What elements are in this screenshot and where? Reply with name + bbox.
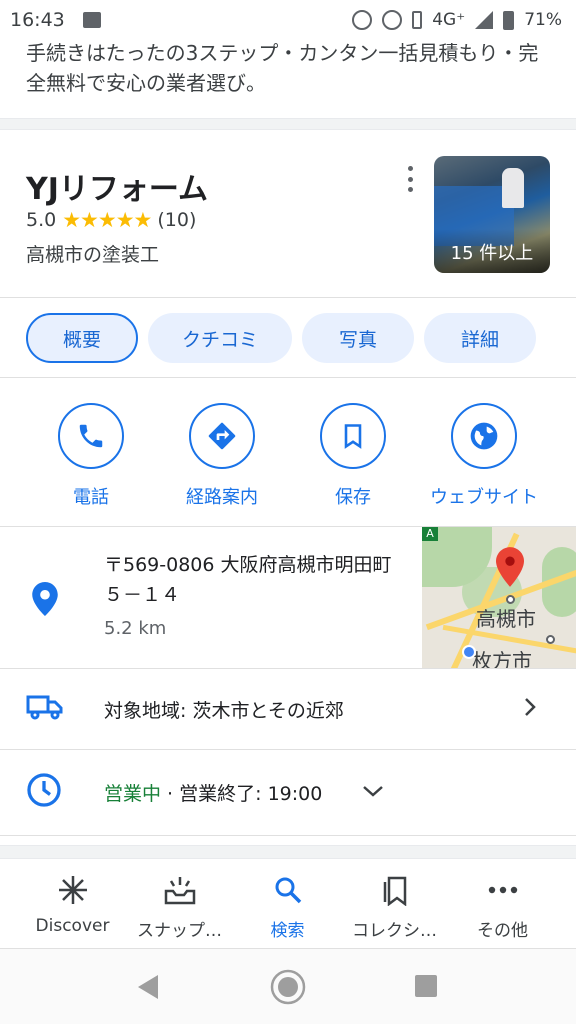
business-photo[interactable]: 15 件以上 <box>434 156 550 273</box>
globe-icon <box>451 403 517 469</box>
map-city-label: 高槻市 <box>476 607 536 631</box>
map-pin-icon <box>496 547 524 591</box>
rating-row[interactable]: 5.0 ★★★★★ (10) <box>26 208 196 232</box>
service-area-row[interactable]: 対象地域: 茨木市とその近郊 <box>0 669 576 749</box>
more-icon <box>488 872 518 908</box>
distance-text: 5.2 km <box>104 618 167 639</box>
data-saver-icon <box>382 10 403 30</box>
divider <box>0 835 576 836</box>
nav-discover[interactable]: Discover <box>15 872 130 936</box>
nav-label: Discover <box>35 916 110 936</box>
bottom-navigation: Discover スナップ… 検索 コレクシ… その他 <box>0 862 576 948</box>
phone-icon <box>58 403 124 469</box>
network-type: 4G⁺ <box>432 10 466 30</box>
recents-icon[interactable] <box>414 974 438 1002</box>
address-text[interactable]: 〒569-0806 大阪府高槻市明田町５－１４ <box>104 550 404 610</box>
tab-photos[interactable]: 写真 <box>302 313 414 363</box>
status-bar: 16:43 4G⁺ 71% <box>0 0 576 40</box>
location-pin-icon <box>32 582 58 620</box>
call-button[interactable]: 電話 <box>26 403 156 509</box>
map-city-label: 枚方市 <box>472 649 532 668</box>
directions-icon <box>189 403 255 469</box>
divider <box>0 297 576 298</box>
back-icon[interactable] <box>136 973 160 1005</box>
collections-icon <box>380 872 410 908</box>
alarm-icon <box>352 10 373 30</box>
signal-icon <box>475 11 494 29</box>
photo-content <box>502 168 524 208</box>
current-location-dot <box>462 645 476 659</box>
more-options-icon[interactable] <box>400 166 420 192</box>
tab-details[interactable]: 詳細 <box>424 313 536 363</box>
tab-bar: 概要 クチコミ 写真 詳細 <box>26 313 536 363</box>
nav-snapshot[interactable]: スナップ… <box>122 872 237 941</box>
directions-label: 経路案内 <box>186 487 258 508</box>
section-divider <box>0 118 576 130</box>
truck-icon <box>26 694 64 724</box>
review-count: (10) <box>157 209 197 231</box>
hours-row[interactable]: 営業中 · 営業終了: 19:00 <box>0 750 576 834</box>
tab-reviews[interactable]: クチコミ <box>148 313 292 363</box>
closing-time: · 営業終了: 19:00 <box>161 782 323 805</box>
asterisk-icon <box>57 872 89 908</box>
save-label: 保存 <box>335 487 371 508</box>
search-icon <box>273 872 303 908</box>
open-status: 営業中 <box>104 782 162 805</box>
save-button[interactable]: 保存 <box>288 403 418 509</box>
clock-icon <box>26 772 62 812</box>
nav-search[interactable]: 検索 <box>230 872 345 941</box>
divider <box>0 377 576 378</box>
home-icon[interactable] <box>270 969 306 1009</box>
vibrate-icon <box>412 11 423 29</box>
photo-count-badge: 15 件以上 <box>434 229 550 273</box>
hours-text: 営業中 · 営業終了: 19:00 <box>104 779 322 806</box>
business-category: 高槻市の塗装工 <box>26 244 160 266</box>
business-name: YJリフォーム <box>26 172 208 207</box>
nav-label: スナップ… <box>137 921 222 941</box>
chevron-right-icon <box>522 697 538 721</box>
map-marker <box>546 635 555 644</box>
map-thumbnail[interactable]: A 高槻市 枚方市 <box>422 527 576 668</box>
website-label: ウェブサイト <box>430 487 538 508</box>
image-notification-icon <box>82 12 101 28</box>
directions-button[interactable]: 経路案内 <box>157 403 287 509</box>
chevron-down-icon[interactable] <box>362 783 384 802</box>
nav-more[interactable]: その他 <box>445 872 560 941</box>
system-navigation-bar <box>0 948 576 1024</box>
website-button[interactable]: ウェブサイト <box>419 403 549 509</box>
nav-label: 検索 <box>270 921 305 941</box>
nav-label: コレクシ… <box>352 921 437 941</box>
section-divider <box>0 845 576 859</box>
rating-stars: ★★★★★ <box>62 208 152 232</box>
nav-label: その他 <box>477 921 528 941</box>
call-label: 電話 <box>73 487 109 508</box>
service-area-text: 対象地域: 茨木市とその近郊 <box>104 699 344 722</box>
tab-overview[interactable]: 概要 <box>26 313 138 363</box>
map-marker <box>506 595 515 604</box>
rating-value: 5.0 <box>26 209 57 231</box>
bookmark-icon <box>320 403 386 469</box>
battery-level: 71% <box>524 10 562 30</box>
promo-text: 手続きはたったの3ステップ・カンタン一括見積もり・完全無料で安心の業者選び。 <box>26 41 539 95</box>
battery-icon <box>503 10 515 30</box>
nav-collections[interactable]: コレクシ… <box>337 872 452 941</box>
map-corner-badge: A <box>422 527 438 541</box>
snapshot-icon <box>163 872 197 908</box>
status-time: 16:43 <box>10 9 65 31</box>
